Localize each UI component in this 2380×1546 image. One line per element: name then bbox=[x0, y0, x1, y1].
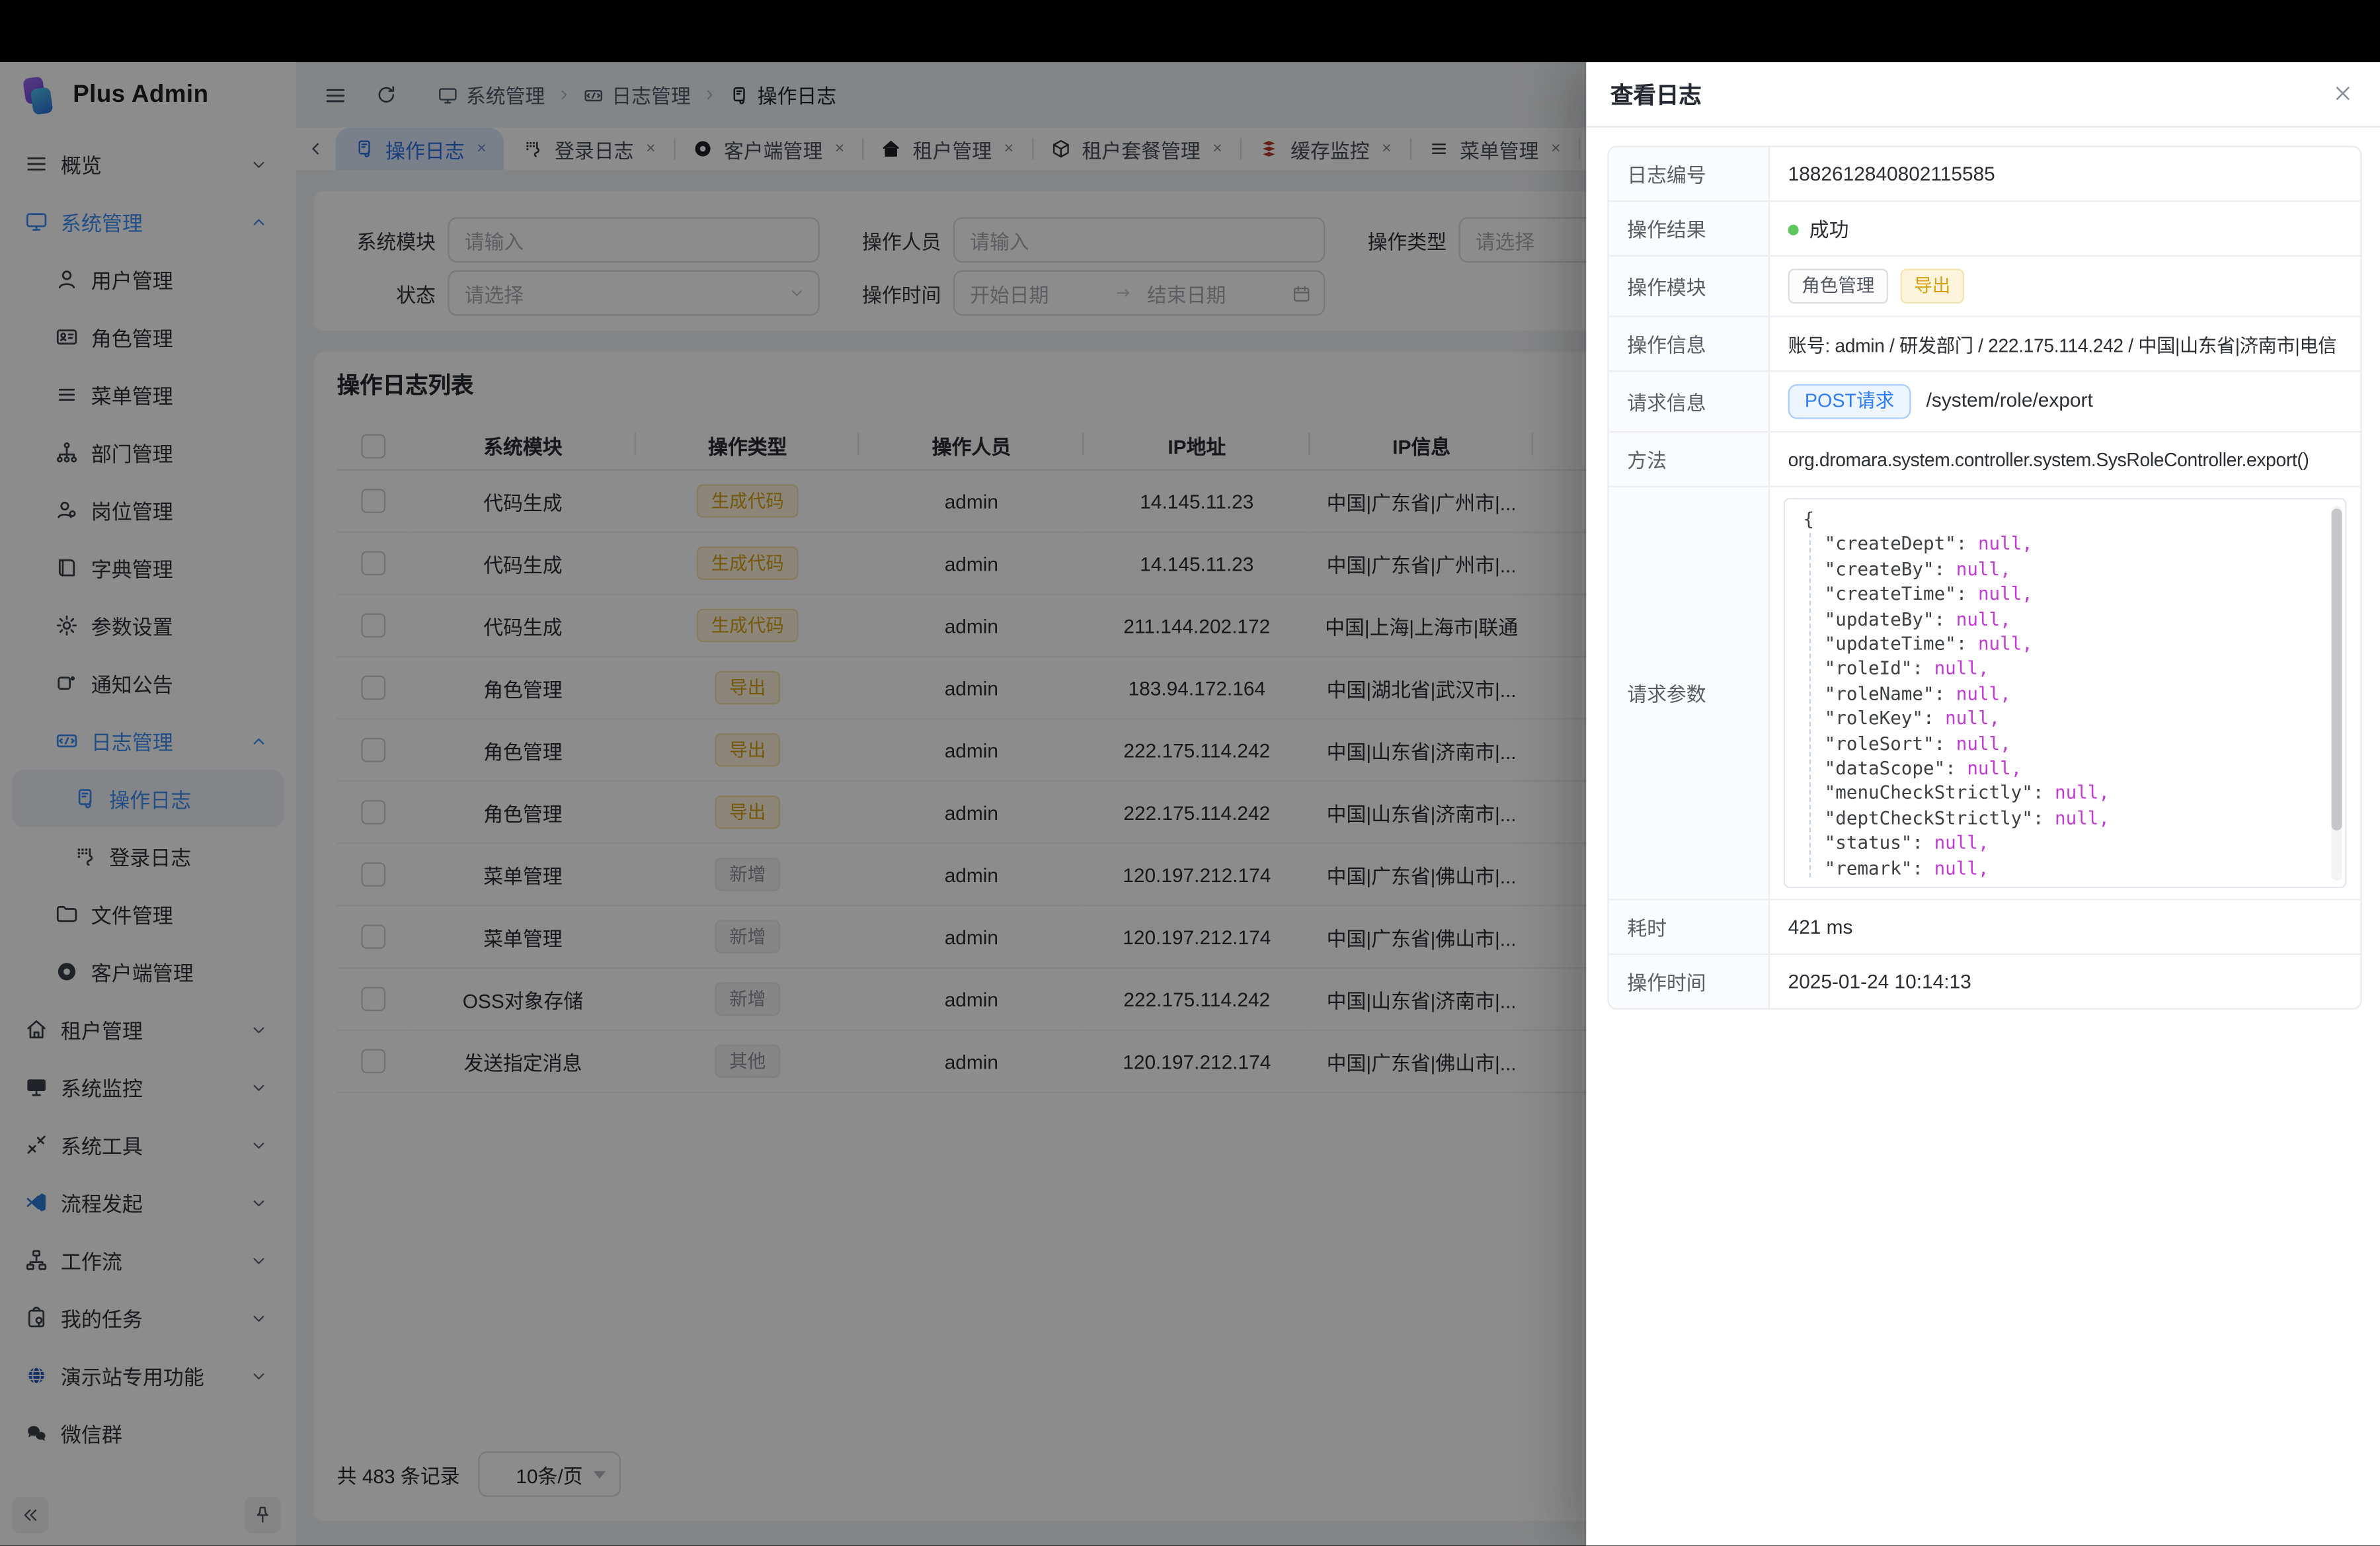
json-line: "dataScope": null, bbox=[1785, 756, 2345, 782]
json-line: "updateTime": null, bbox=[1785, 631, 2345, 657]
detail-label: 操作结果 bbox=[1609, 201, 1769, 256]
indent-guide bbox=[1809, 533, 1811, 877]
json-line: "createBy": null, bbox=[1785, 557, 2345, 582]
view-log-drawer: 查看日志 日志编号1882612840802115585操作结果成功操作模块角色… bbox=[1586, 62, 2380, 1546]
detail-value: 成功 bbox=[1769, 201, 2360, 256]
json-line: "menuCheckStrictly": null, bbox=[1785, 781, 2345, 806]
detail-label: 请求信息 bbox=[1609, 371, 1769, 432]
close-icon[interactable] bbox=[2332, 82, 2354, 104]
log-details: 日志编号1882612840802115585操作结果成功操作模块角色管理导出操… bbox=[1607, 145, 2361, 1009]
detail-row-time: 操作时间2025-01-24 10:14:13 bbox=[1609, 954, 2360, 1008]
drawer-header: 查看日志 bbox=[1586, 62, 2380, 128]
json-line: "roleKey": null, bbox=[1785, 706, 2345, 731]
detail-row-result: 操作结果成功 bbox=[1609, 201, 2360, 256]
screen: Plus Admin 概览系统管理用户管理角色管理菜单管理部门管理岗位管理字典管… bbox=[0, 0, 2380, 1546]
detail-label: 操作时间 bbox=[1609, 954, 1769, 1008]
json-line: "remark": null, bbox=[1785, 856, 2345, 881]
json-line: "status": null, bbox=[1785, 831, 2345, 856]
json-line: { bbox=[1785, 507, 2345, 532]
json-line: "updateBy": null, bbox=[1785, 607, 2345, 632]
detail-label: 操作模块 bbox=[1609, 256, 1769, 317]
detail-value: {"createDept": null,"createBy": null,"cr… bbox=[1769, 487, 2360, 899]
success-dot-icon bbox=[1788, 225, 1799, 235]
detail-value: 角色管理导出 bbox=[1769, 256, 2360, 317]
detail-value: 账号: admin / 研发部门 / 222.175.114.242 / 中国|… bbox=[1769, 317, 2360, 372]
request-url: /system/role/export bbox=[1926, 389, 2093, 411]
detail-label: 操作信息 bbox=[1609, 317, 1769, 372]
request-params-json[interactable]: {"createDept": null,"createBy": null,"cr… bbox=[1784, 498, 2347, 888]
drawer-title: 查看日志 bbox=[1610, 78, 1702, 110]
detail-row-params: 请求参数{"createDept": null,"createBy": null… bbox=[1609, 487, 2360, 899]
json-line: "roleId": null, bbox=[1785, 657, 2345, 682]
close-icon bbox=[2332, 82, 2354, 104]
scrollbar-thumb[interactable] bbox=[2332, 509, 2342, 831]
json-line: "deptCheckStrictly": null, bbox=[1785, 806, 2345, 831]
post-request-tag: POST请求 bbox=[1788, 384, 1911, 419]
top-black-bar bbox=[0, 0, 2380, 62]
detail-value: 2025-01-24 10:14:13 bbox=[1769, 954, 2360, 1008]
detail-row-log-id: 日志编号1882612840802115585 bbox=[1609, 147, 2360, 202]
detail-value: org.dromara.system.controller.system.Sys… bbox=[1769, 432, 2360, 487]
detail-row-info: 操作信息账号: admin / 研发部门 / 222.175.114.242 /… bbox=[1609, 317, 2360, 372]
detail-value: 1882612840802115585 bbox=[1769, 147, 2360, 202]
detail-value: POST请求/system/role/export bbox=[1769, 371, 2360, 432]
detail-row-request: 请求信息POST请求/system/role/export bbox=[1609, 371, 2360, 432]
detail-label: 耗时 bbox=[1609, 899, 1769, 954]
json-line: "roleName": null, bbox=[1785, 682, 2345, 707]
json-line: "createDept": null, bbox=[1785, 532, 2345, 557]
detail-label: 日志编号 bbox=[1609, 147, 1769, 202]
detail-value: 421 ms bbox=[1769, 899, 2360, 954]
detail-label: 请求参数 bbox=[1609, 487, 1769, 899]
json-line: "createTime": null, bbox=[1785, 582, 2345, 607]
detail-label: 方法 bbox=[1609, 432, 1769, 487]
detail-row-method: 方法org.dromara.system.controller.system.S… bbox=[1609, 432, 2360, 487]
detail-row-module: 操作模块角色管理导出 bbox=[1609, 256, 2360, 317]
detail-row-duration: 耗时421 ms bbox=[1609, 899, 2360, 954]
tag-warning: 导出 bbox=[1901, 268, 1964, 304]
tag-plain: 角色管理 bbox=[1788, 268, 1889, 304]
json-line: "roleSort": null, bbox=[1785, 731, 2345, 756]
